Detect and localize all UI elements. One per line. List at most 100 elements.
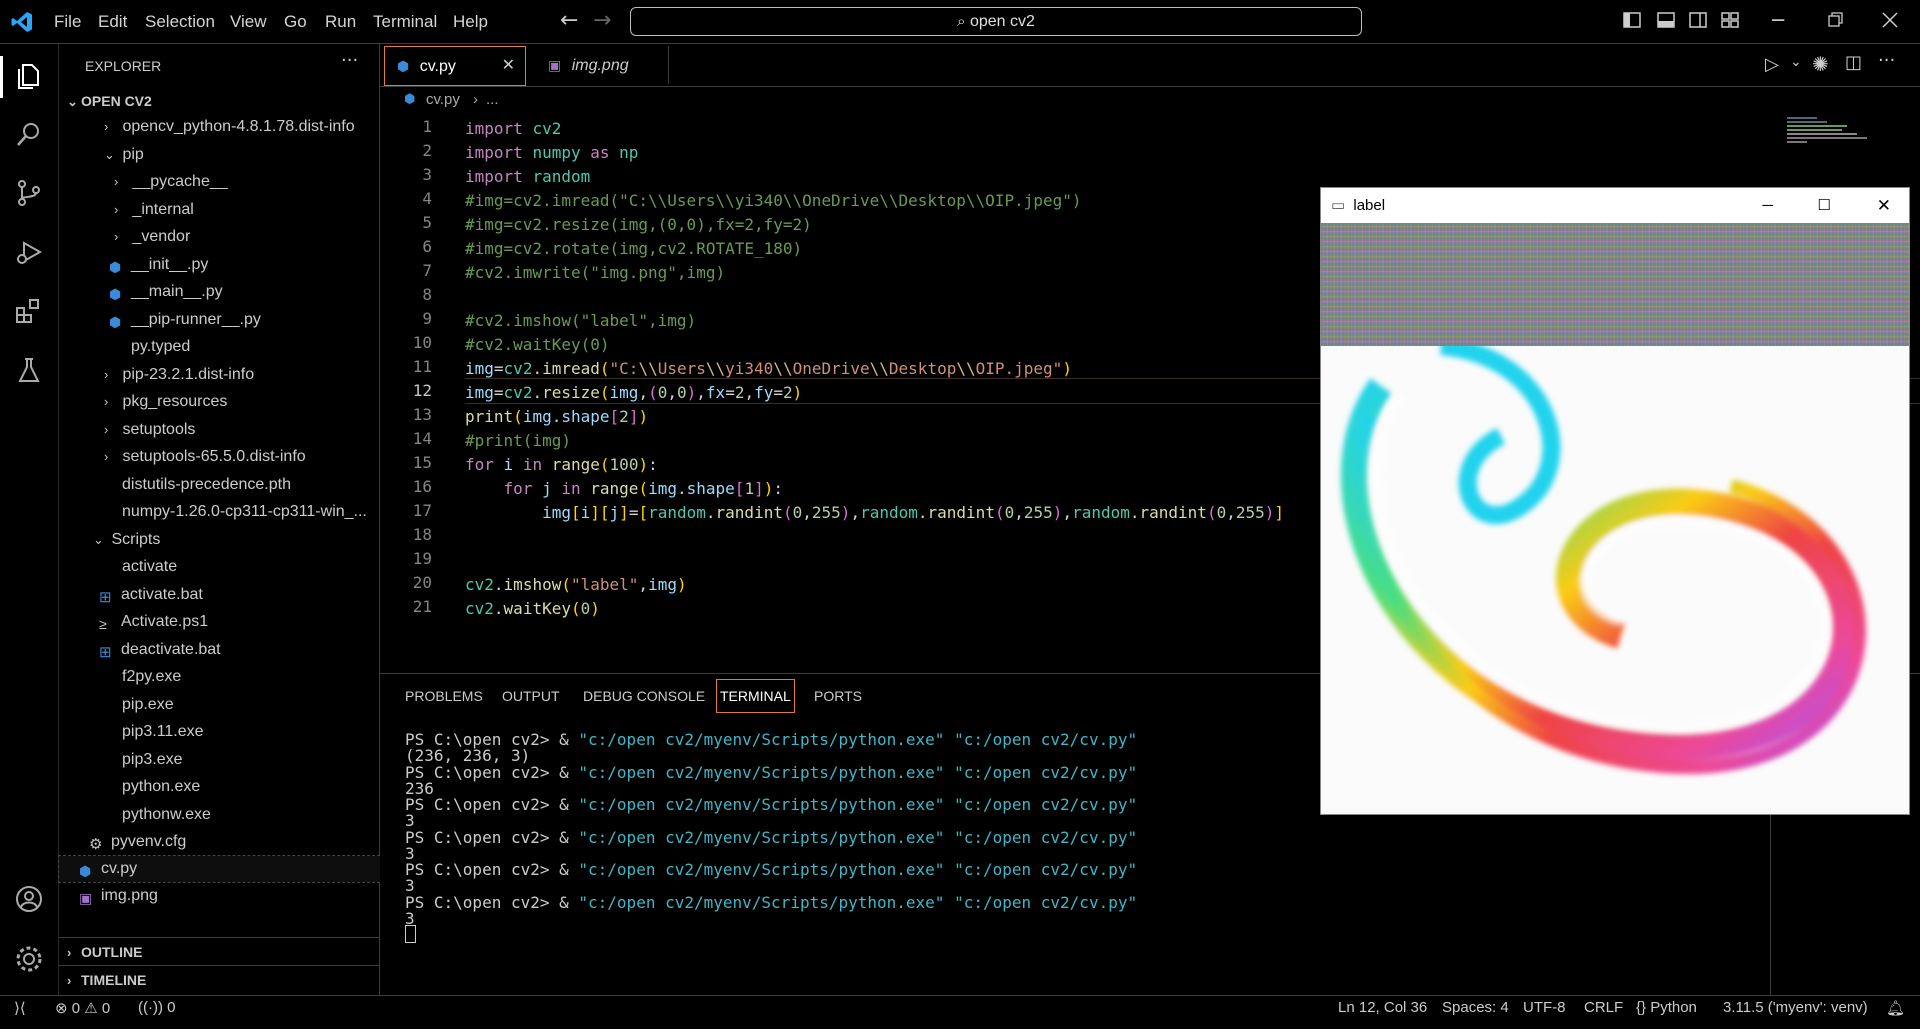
customize-layout-icon[interactable] [1720, 10, 1740, 30]
root-label: OPEN CV2 [81, 93, 152, 109]
tab-img-png[interactable]: ▣ img.png [528, 46, 669, 84]
debug-icon[interactable]: ✺ [1812, 52, 1829, 76]
tree-label: pip [122, 146, 144, 163]
code-line: #img=cv2.imread("C:\\Users\\yi340\\OneDr… [465, 191, 1082, 210]
split-editor-icon[interactable]: ◫ [1845, 52, 1862, 73]
line-number: 1 [422, 117, 432, 136]
error-icon: ⊗ [55, 1000, 68, 1017]
tree-item[interactable]: ⌄ Scripts [59, 527, 413, 553]
run-python-icon[interactable]: ▷ [1765, 54, 1779, 75]
chevron-down-icon[interactable]: ⌄ [1790, 54, 1802, 70]
tree-label: setuptools-65.5.0.dist-info [122, 448, 306, 465]
tree-label: __pycache__ [132, 173, 228, 190]
tree-item-selected[interactable]: ⬢ cv.py [58, 855, 400, 883]
menu-edit[interactable]: Edit [98, 12, 127, 32]
tree-item[interactable]: › setuptools [59, 417, 424, 443]
tab-label: cv.py [419, 58, 456, 75]
toggle-panel-icon[interactable] [1656, 10, 1676, 30]
toggle-secondary-sidebar-icon[interactable] [1688, 10, 1708, 30]
tab-problems[interactable]: PROBLEMS [405, 688, 483, 704]
menu-go[interactable]: Go [284, 12, 307, 32]
ports-status[interactable]: ((·)) 0 [138, 999, 176, 1016]
notifications-bell-icon[interactable]: 🔔︎ [1886, 999, 1905, 1017]
end-of-line[interactable]: CRLF [1584, 999, 1623, 1016]
tab-ports[interactable]: PORTS [814, 688, 862, 704]
tree-label: opencv_python-4.8.1.78.dist-info [122, 118, 355, 135]
tree-label: numpy-1.26.0-cp311-cp311-win_... [122, 503, 367, 520]
language-mode[interactable]: {} Python [1636, 999, 1697, 1016]
accounts-icon[interactable] [14, 884, 44, 914]
tree-item[interactable]: › opencv_python-4.8.1.78.dist-info [59, 114, 424, 140]
back-arrow-icon[interactable]: ← [560, 8, 578, 33]
extensions-icon[interactable] [14, 296, 44, 326]
tree-item[interactable]: › _internal [59, 197, 434, 223]
close-tab-icon[interactable]: ✕ [502, 47, 515, 85]
menu-help[interactable]: Help [453, 12, 488, 32]
encoding[interactable]: UTF-8 [1523, 999, 1566, 1016]
minimap[interactable] [1787, 115, 1887, 165]
opencv-window-title: label [1353, 197, 1386, 214]
chevron-right-icon: › [104, 422, 109, 437]
tree-item[interactable]: ⬢ __main__.py [59, 279, 429, 305]
tree-item[interactable]: ⊞ activate.bat [59, 582, 419, 608]
tree-item[interactable]: › pkg_resources [59, 389, 424, 415]
tab-cv-py[interactable]: ⬢ cv.py ✕ [384, 46, 526, 86]
folder-root[interactable]: ⌄ OPEN CV2 [59, 88, 379, 114]
menu-selection[interactable]: Selection [145, 12, 215, 32]
menu-terminal[interactable]: Terminal [373, 12, 437, 32]
ports-count: 0 [167, 999, 176, 1016]
remote-icon[interactable]: ⟩⟨ [14, 999, 26, 1017]
testing-flask-icon[interactable] [14, 355, 44, 385]
timeline-section[interactable]: › TIMELINE [59, 967, 379, 993]
command-center-search[interactable]: ⌕ open cv2 [630, 7, 1362, 36]
python-interpreter[interactable]: 3.11.5 ('myenv': venv) [1723, 999, 1868, 1016]
close-window-icon[interactable] [1880, 10, 1900, 30]
outline-section[interactable]: › OUTLINE [59, 939, 379, 965]
opencv-window-titlebar[interactable]: ▭ label ─ ☐ ✕ [1321, 188, 1909, 223]
tree-item[interactable]: ≥ Activate.ps1 [59, 609, 419, 635]
tab-terminal[interactable]: TERMINAL [716, 679, 795, 713]
tree-label: cv.py [101, 860, 138, 877]
menu-view[interactable]: View [230, 12, 267, 32]
tree-item[interactable]: ⬢ __init__.py [59, 252, 429, 278]
forward-arrow-icon[interactable]: → [593, 8, 611, 33]
menu-file[interactable]: File [54, 12, 81, 32]
minimize-icon[interactable]: ─ [1762, 188, 1773, 223]
tree-item[interactable]: › pip-23.2.1.dist-info [59, 362, 424, 388]
tree-item[interactable]: ⌄ pip [59, 142, 424, 168]
maximize-icon[interactable]: ☐ [1818, 188, 1831, 223]
restore-icon[interactable] [1825, 10, 1845, 30]
tree-item[interactable]: ⬢ __pip-runner__.py [59, 307, 429, 333]
tab-output[interactable]: OUTPUT [502, 688, 560, 704]
line-number: 16 [412, 477, 432, 496]
tree-item[interactable]: ⚙ pyvenv.cfg [59, 829, 409, 855]
settings-gear-icon[interactable] [14, 944, 44, 974]
tree-item[interactable]: ⊞ deactivate.bat [59, 637, 419, 663]
tree-item[interactable]: › setuptools-65.5.0.dist-info [59, 444, 424, 470]
line-number: 11 [412, 357, 432, 376]
close-window-icon[interactable]: ✕ [1877, 188, 1891, 223]
tree-item[interactable]: › __pycache__ [59, 169, 434, 195]
tree-item[interactable]: › _vendor [59, 224, 434, 250]
tree-label: f2py.exe [122, 668, 182, 685]
toggle-primary-sidebar-icon[interactable] [1622, 10, 1642, 30]
code-line: cv2.waitKey(0) [465, 599, 600, 618]
search-view-icon[interactable] [14, 119, 44, 149]
tree-item[interactable]: ▣ img.png [59, 883, 399, 909]
tree-label: __pip-runner__.py [131, 311, 261, 328]
indentation[interactable]: Spaces: 4 [1442, 999, 1509, 1016]
menu-run[interactable]: Run [325, 12, 356, 32]
problems-status[interactable]: ⊗ 0 ⚠ 0 [55, 999, 110, 1017]
minimize-icon[interactable]: ─ [1772, 8, 1784, 32]
more-actions-icon[interactable]: ··· [1878, 50, 1895, 71]
source-control-icon[interactable] [14, 178, 44, 208]
breadcrumb-rest[interactable]: ... [486, 91, 499, 108]
breadcrumb-file[interactable]: cv.py [426, 91, 460, 108]
tab-debug-console[interactable]: DEBUG CONSOLE [583, 688, 705, 704]
cursor-position[interactable]: Ln 12, Col 36 [1338, 999, 1427, 1016]
run-debug-icon[interactable] [14, 237, 44, 267]
explorer-icon[interactable] [14, 60, 44, 90]
opencv-window[interactable]: ▭ label ─ ☐ ✕ [1320, 187, 1910, 815]
more-actions-icon[interactable]: ··· [341, 50, 358, 71]
